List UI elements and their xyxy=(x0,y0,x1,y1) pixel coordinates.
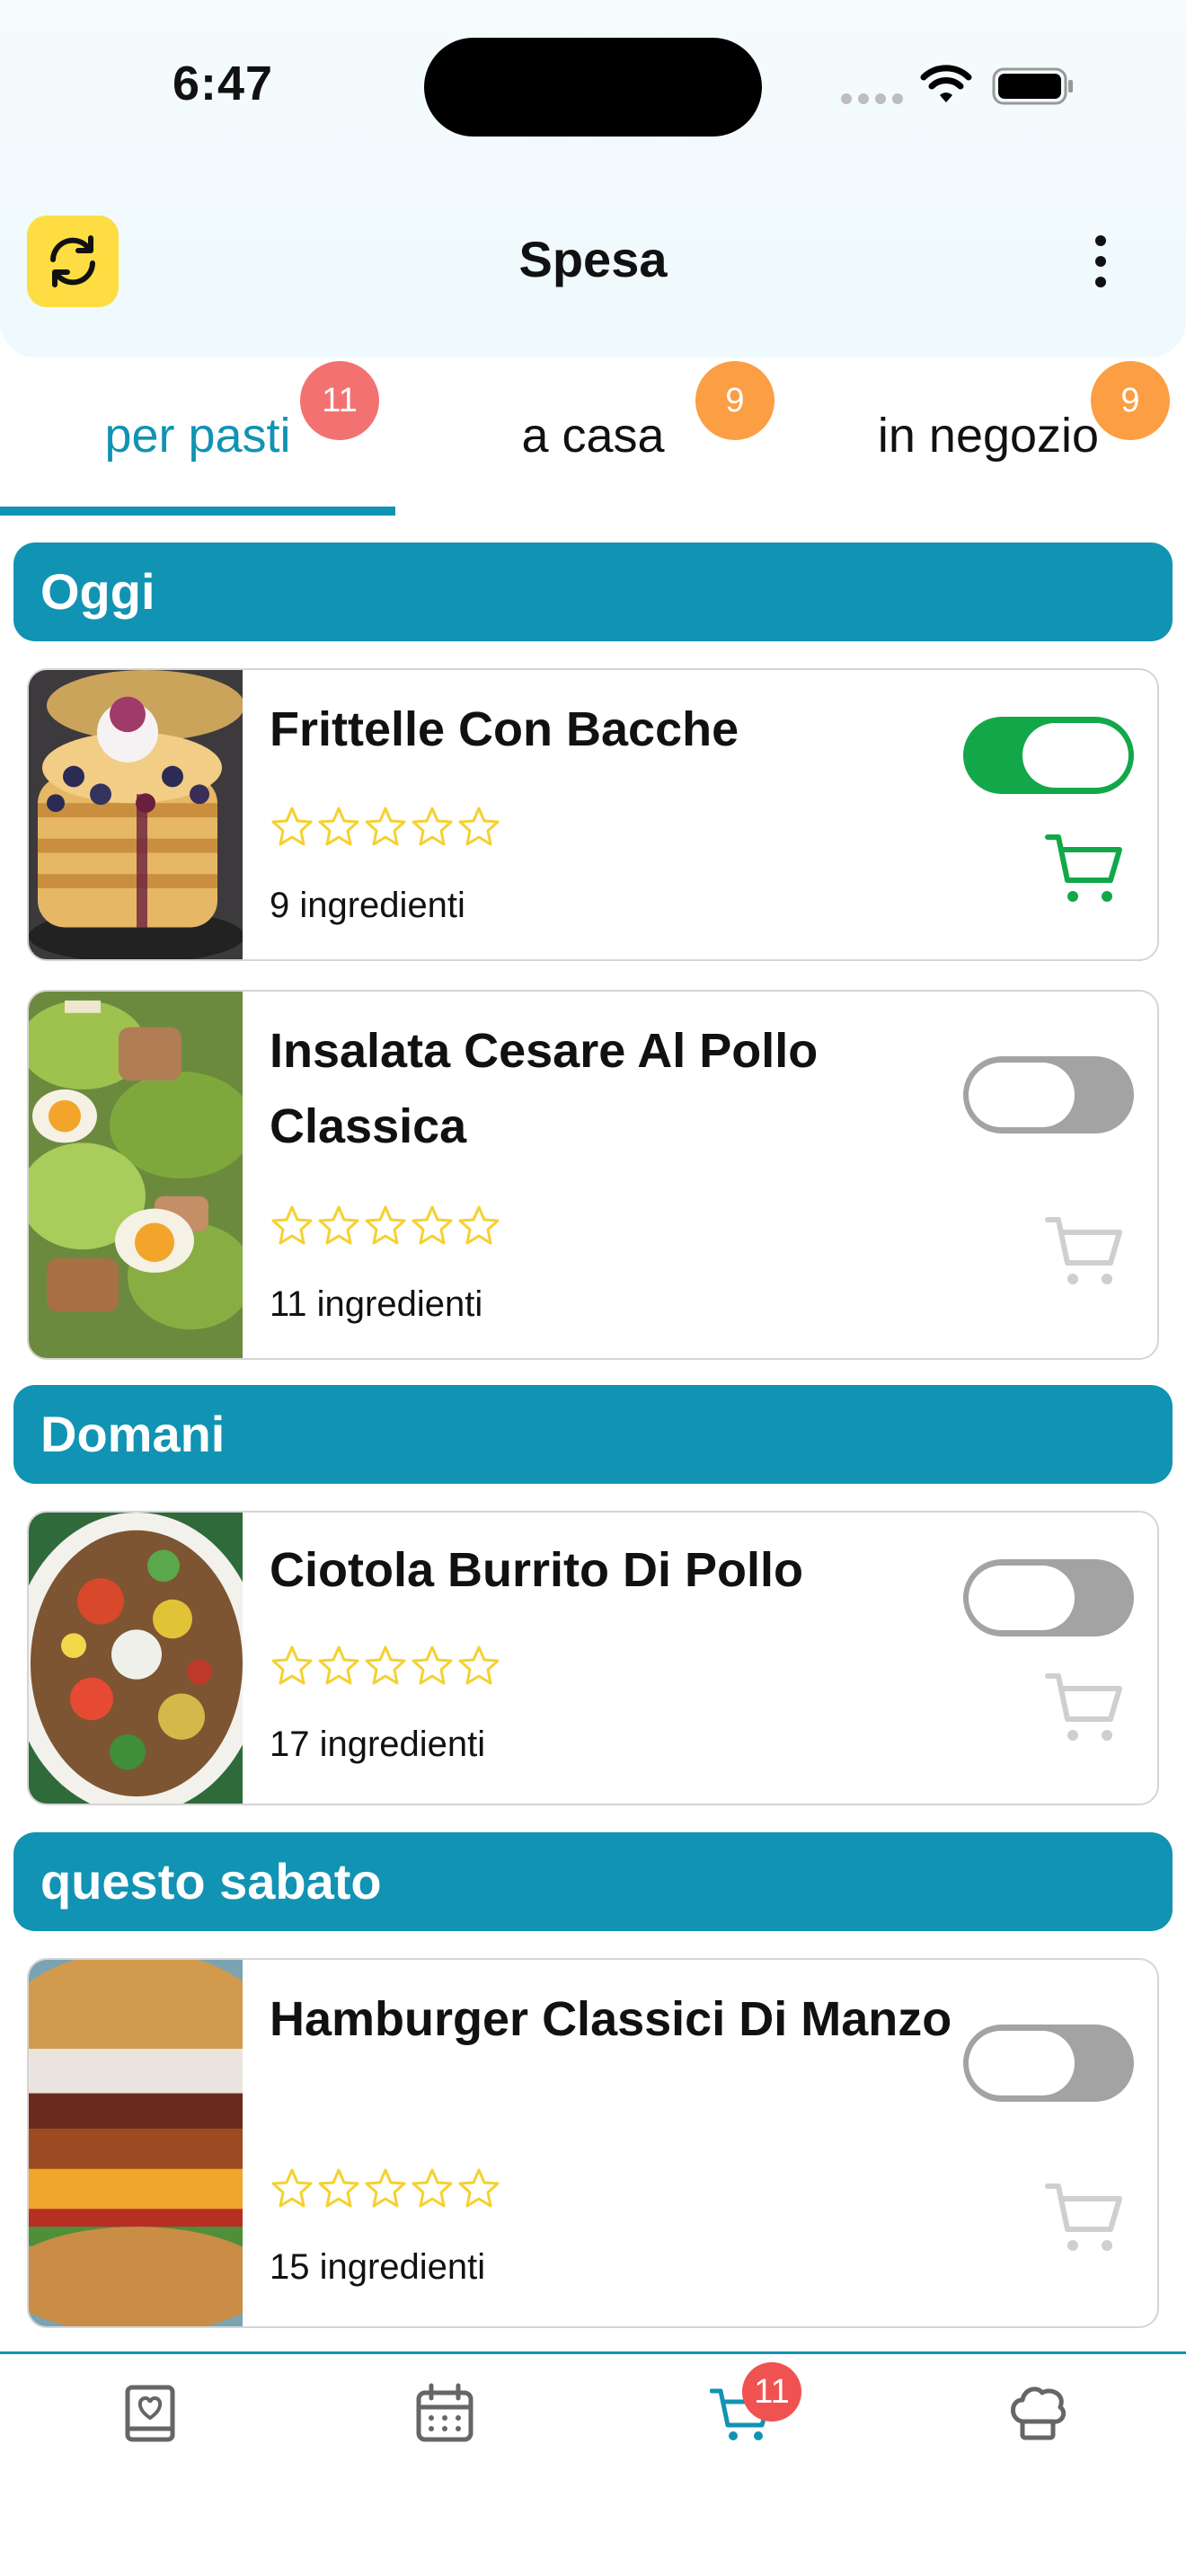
meal-card[interactable]: Insalata Cesare Al Pollo Classica 11 ing… xyxy=(27,990,1159,1360)
tab-label: in negozio xyxy=(877,409,1100,463)
section-header-tomorrow: Domani xyxy=(13,1385,1173,1484)
recipe-book-icon[interactable] xyxy=(119,2382,181,2445)
tab-badge: 11 xyxy=(300,361,379,440)
star-icon[interactable] xyxy=(363,2166,408,2211)
plan-toggle[interactable] xyxy=(963,1559,1134,1636)
rating-stars[interactable] xyxy=(270,1204,501,1250)
meal-title: Hamburger Classici Di Manzo xyxy=(270,1992,952,2046)
star-icon[interactable] xyxy=(363,1204,408,1248)
ingredient-count: 15 ingredienti xyxy=(270,2247,486,2287)
screen: 6:47 Spesa per pasti 11 a casa 9 in nego… xyxy=(0,0,1186,2576)
calendar-icon[interactable] xyxy=(413,2382,476,2445)
dynamic-island xyxy=(424,38,762,137)
star-icon[interactable] xyxy=(410,1644,455,1689)
wifi-icon xyxy=(920,65,972,102)
plan-toggle[interactable] xyxy=(963,1056,1134,1134)
cart-icon[interactable] xyxy=(1044,828,1125,909)
rating-stars[interactable] xyxy=(270,2166,501,2213)
ingredient-count: 17 ingredienti xyxy=(270,1725,486,1764)
toggle-knob xyxy=(969,1566,1075,1630)
meal-title: Insalata Cesare Al Pollo Classica xyxy=(270,1024,819,1153)
meal-card[interactable]: Frittelle Con Bacche 9 ingredienti xyxy=(27,668,1159,961)
cart-badge: 11 xyxy=(742,2362,801,2422)
toggle-knob xyxy=(969,1063,1075,1127)
toggle-knob xyxy=(969,2031,1075,2095)
page-title: Spesa xyxy=(518,231,668,287)
chef-hat-icon[interactable] xyxy=(1006,2382,1069,2445)
active-tab-indicator xyxy=(0,507,395,516)
meal-card[interactable]: Ciotola Burrito Di Pollo 17 ingredienti xyxy=(27,1511,1159,1805)
star-icon[interactable] xyxy=(363,805,408,850)
section-header-today: Oggi xyxy=(13,543,1173,641)
star-icon[interactable] xyxy=(410,805,455,850)
hamburger-photo xyxy=(29,1960,243,2326)
star-icon[interactable] xyxy=(270,2166,314,2211)
burrito-bowl-photo xyxy=(29,1513,243,1804)
star-icon[interactable] xyxy=(316,805,361,850)
star-icon[interactable] xyxy=(456,1644,501,1689)
pancakes-photo xyxy=(29,670,243,959)
star-icon[interactable] xyxy=(456,1204,501,1248)
cart-icon[interactable] xyxy=(1044,2177,1125,2258)
ingredient-count: 9 ingredienti xyxy=(270,886,465,925)
tab-badge: 9 xyxy=(1091,361,1170,440)
ingredient-count: 11 ingredienti xyxy=(270,1284,483,1324)
star-icon[interactable] xyxy=(363,1644,408,1689)
meal-card[interactable]: Hamburger Classici Di Manzo 15 ingredien… xyxy=(27,1958,1159,2328)
plan-toggle[interactable] xyxy=(963,2025,1134,2102)
cart-icon[interactable] xyxy=(1044,1211,1125,1292)
more-vertical-icon[interactable] xyxy=(1073,230,1127,293)
star-icon[interactable] xyxy=(270,1204,314,1248)
toggle-knob xyxy=(1022,723,1128,788)
meal-title: Frittelle Con Bacche xyxy=(270,702,739,756)
tab-badge: 9 xyxy=(695,361,774,440)
star-icon[interactable] xyxy=(456,805,501,850)
star-icon[interactable] xyxy=(316,1644,361,1689)
tab-label: a casa xyxy=(521,409,665,463)
cart-icon[interactable] xyxy=(1044,1667,1125,1748)
star-icon[interactable] xyxy=(410,2166,455,2211)
star-icon[interactable] xyxy=(316,2166,361,2211)
star-icon[interactable] xyxy=(316,1204,361,1248)
tab-label: per pasti xyxy=(104,409,291,463)
rating-stars[interactable] xyxy=(270,805,501,851)
star-icon[interactable] xyxy=(270,1644,314,1689)
section-header-saturday: questo sabato xyxy=(13,1832,1173,1931)
star-icon[interactable] xyxy=(456,2166,501,2211)
status-time: 6:47 xyxy=(173,57,274,110)
battery-icon xyxy=(992,67,1073,105)
plan-toggle[interactable] xyxy=(963,717,1134,794)
caesar-salad-photo xyxy=(29,992,243,1358)
star-icon[interactable] xyxy=(270,805,314,850)
star-icon[interactable] xyxy=(410,1204,455,1248)
meal-title: Ciotola Burrito Di Pollo xyxy=(270,1543,803,1597)
rating-stars[interactable] xyxy=(270,1644,501,1690)
cellular-signal-icon xyxy=(841,93,904,104)
